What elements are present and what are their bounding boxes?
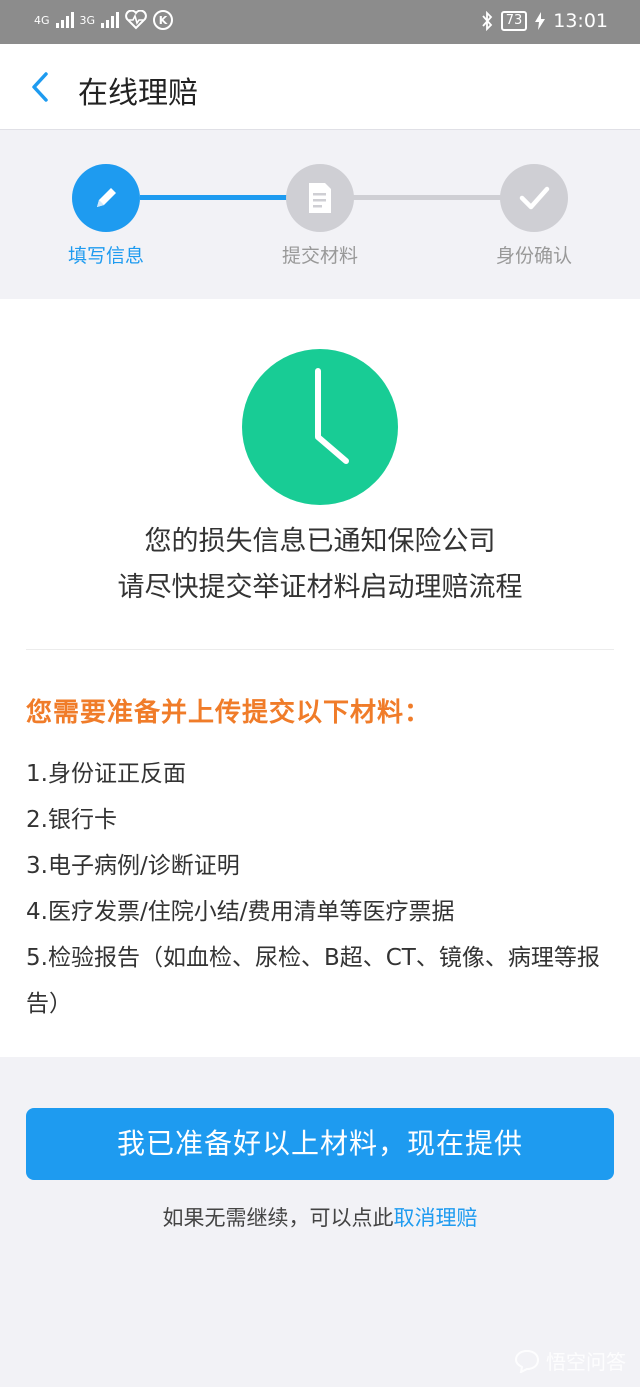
battery-icon: 73 [500, 11, 528, 31]
back-arrow-icon[interactable] [26, 70, 58, 104]
progress-steps: 填写信息 提交材料 身份确认 [0, 131, 640, 299]
notice-line-2: 请尽快提交举证材料启动理赔流程 [117, 572, 523, 603]
signal-icon [55, 12, 74, 28]
list-item: 3.电子病例/诊断证明 [26, 853, 240, 879]
clock-icon [242, 349, 398, 505]
network-3g-label: 3G [79, 13, 96, 27]
charging-icon [535, 12, 546, 30]
check-icon [519, 186, 550, 210]
k-badge-icon: K [153, 10, 174, 30]
status-right: 73 13:01 [481, 10, 608, 32]
step-2-circle [286, 164, 354, 232]
list-item: 5.检验报告（如血检、尿检、B超、CT、镜像、病理等报告） [26, 945, 600, 1017]
list-item: 4.医疗发票/住院小结/费用清单等医疗票据 [26, 899, 455, 925]
bluetooth-icon [482, 11, 492, 31]
network-4g-label: 4G [34, 13, 50, 27]
status-bar: 4G 3G K 73 13:01 [0, 0, 640, 44]
divider [26, 649, 614, 650]
content-card: 您的损失信息已通知保险公司 请尽快提交举证材料启动理赔流程 您需要准备并上传提交… [0, 299, 640, 1057]
watermark-text: 悟空问答 [546, 1350, 626, 1374]
requirements-title: 您需要准备并上传提交以下材料： [26, 698, 432, 728]
cancel-row: 如果无需继续，可以点此取消理赔 [0, 1202, 640, 1232]
requirements-list: 1.身份证正反面 2.银行卡 3.电子病例/诊断证明 4.医疗发票/住院小结/费… [26, 751, 618, 1027]
step-3-circle [500, 164, 568, 232]
signal-icon-2 [101, 12, 120, 28]
submit-materials-button[interactable]: 我已准备好以上材料，现在提供 [26, 1108, 614, 1180]
cancel-claim-link[interactable]: 取消理赔 [394, 1206, 478, 1230]
step-line-1 [140, 195, 290, 200]
step-1-label: 填写信息 [67, 245, 144, 267]
notice-line-1: 您的损失信息已通知保险公司 [144, 526, 496, 557]
pencil-icon [97, 188, 116, 207]
step-1-circle [72, 164, 140, 232]
status-left: 4G 3G K [34, 10, 174, 30]
cancel-prefix: 如果无需继续，可以点此 [162, 1206, 394, 1230]
heart-rate-icon [125, 10, 147, 30]
step-line-2 [352, 195, 502, 200]
document-icon [309, 183, 331, 213]
list-item: 1.身份证正反面 [26, 761, 186, 787]
step-3-label: 身份确认 [495, 245, 572, 267]
watermark: 悟空问答 [514, 1346, 626, 1375]
speech-bubble-icon [514, 1349, 540, 1373]
clock-time: 13:01 [553, 10, 608, 32]
nav-bar: 在线理赔 [0, 44, 640, 130]
step-2-label: 提交材料 [281, 245, 358, 267]
page-title: 在线理赔 [78, 76, 198, 111]
list-item: 2.银行卡 [26, 807, 117, 833]
